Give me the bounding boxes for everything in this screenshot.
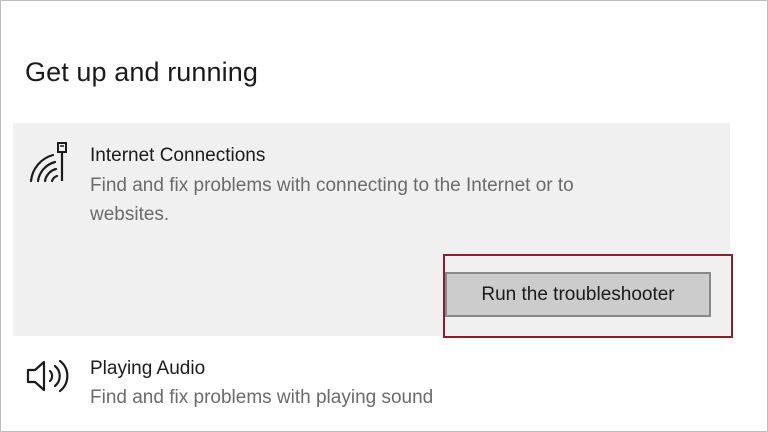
speaker-icon [25, 354, 69, 398]
item-description-internet-connections: Find and fix problems with connecting to… [90, 171, 574, 229]
run-troubleshooter-button[interactable]: Run the troubleshooter [445, 272, 711, 317]
network-icon [25, 139, 69, 183]
page-title: Get up and running [25, 57, 258, 87]
settings-window: Get up and running Internet Connections … [0, 0, 768, 432]
item-description-playing-audio: Find and fix problems with playing sound [90, 387, 434, 408]
item-title-playing-audio[interactable]: Playing Audio [90, 358, 205, 380]
item-description-line: websites. [90, 204, 170, 225]
item-description-line: Find and fix problems with connecting to… [90, 175, 574, 196]
item-title-internet-connections: Internet Connections [90, 145, 266, 166]
